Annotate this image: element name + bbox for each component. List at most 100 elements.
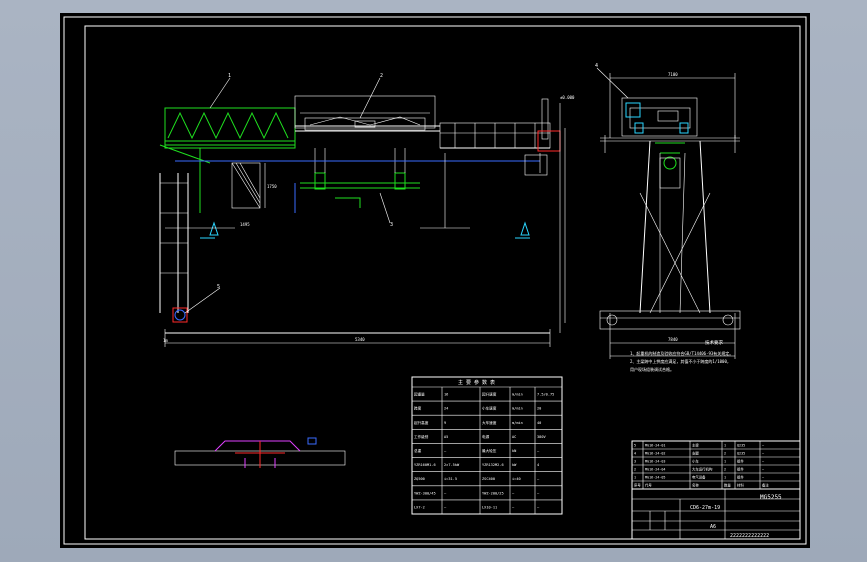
bom-cell: 组件 xyxy=(737,459,744,464)
bom-cell: 2 xyxy=(634,468,636,472)
params-cell: 20 xyxy=(537,407,541,411)
params-rows: 起重量 16 起升速度 m/min 7.5/0.75 跨度 24 小车速度 m/min 20 起升高… xyxy=(412,392,562,509)
bom-cell: 组件 xyxy=(737,475,744,480)
bom-cell: 1 xyxy=(634,476,636,480)
bom-cell: 3 xyxy=(634,460,636,464)
params-cell: ZSC400 xyxy=(482,477,495,481)
params-cell: 工作级别 xyxy=(414,434,429,439)
params-cell: YWZ-300/45 xyxy=(414,491,436,495)
params-cell: — xyxy=(444,491,447,495)
note-2: 2、主梁跨中上拱度应满足，其值不小于跨度的1/1000， xyxy=(630,358,731,364)
params-cell: m/min xyxy=(512,421,523,425)
bom-cell: — xyxy=(762,452,765,456)
part-label-2: 2 xyxy=(380,73,383,79)
bom-cell: 组件 xyxy=(737,467,744,472)
params-cell: kN xyxy=(512,449,516,453)
bom-cell: 小车 xyxy=(692,459,699,464)
params-cell: YWZ-200/25 xyxy=(482,491,504,495)
dim-right-top: 7100 xyxy=(668,72,678,77)
bom-cell: 1 xyxy=(724,444,726,448)
params-cell: AC xyxy=(512,435,516,439)
params-cell: — xyxy=(537,491,540,495)
bom-rows: 5 MG16-24-01 主梁 1 Q235 — 4 MG16-24-02 支腿 2 Q235 — 3 M… xyxy=(632,443,800,488)
part-label-4: 4 xyxy=(595,63,598,69)
params-cell: m/min xyxy=(512,407,523,411)
detail-view xyxy=(174,437,346,468)
params-cell: 起升速度 xyxy=(482,392,497,397)
dim-span: 5340 xyxy=(355,337,365,342)
params-cell: 电源 xyxy=(482,434,490,439)
bom-cell: MG16-24-05 xyxy=(645,476,665,480)
params-cell: — xyxy=(537,477,540,481)
bom-header-cell: 数量 xyxy=(724,483,731,488)
part-label-1: 1 xyxy=(228,73,231,79)
bom-cell: Q235 xyxy=(737,452,745,456)
drawing-sheet[interactable]: 1 2 3 5 5340 1495 1750 1m ±0.000 4 7840 … xyxy=(60,13,810,548)
note-1: 1、起重机的制造及验收应符合GB/T14406-93有关规定。 xyxy=(630,350,733,356)
bom-cell: MG16-24-02 xyxy=(645,452,665,456)
params-cell: m/min xyxy=(512,393,523,397)
params-cell: 2×7.5kW xyxy=(444,463,460,467)
bom-cell: — xyxy=(762,444,765,448)
bom-cell: 1 xyxy=(724,476,726,480)
bom-cell: 2 xyxy=(724,452,726,456)
params-cell: YZR132M2-6 xyxy=(482,463,504,467)
params-cell: kW xyxy=(512,463,517,467)
bom-cell: MG16-24-03 xyxy=(645,460,665,464)
params-title: 主 要 参 数 表 xyxy=(458,379,495,386)
params-cell: 最大轮压 xyxy=(482,448,497,453)
dim-right-base: 7840 xyxy=(668,337,678,342)
drawing-scale: A6 xyxy=(710,524,716,530)
params-cell: LX10-11 xyxy=(482,505,497,509)
params-cell: 4 xyxy=(537,463,539,467)
bom-cell: 4 xyxy=(634,452,636,456)
cad-viewport[interactable]: 1 2 3 5 5340 1495 1750 1m ±0.000 4 7840 … xyxy=(0,0,867,562)
part-label-5: 5 xyxy=(217,284,220,290)
bom-cell: 电气设备 xyxy=(692,475,706,480)
params-cell: A5 xyxy=(444,435,448,439)
params-cell: 大车速度 xyxy=(482,420,497,425)
side-elevation xyxy=(596,67,741,359)
bom-header-cell: 代号 xyxy=(645,483,652,488)
bom-header-cell: 名称 xyxy=(692,483,699,488)
params-cell: LX7-2 xyxy=(414,505,425,509)
params-cell: i=31.5 xyxy=(444,477,457,481)
params-cell: 16 xyxy=(444,393,448,397)
params-cell: — xyxy=(444,449,447,453)
params-cell: 跨度 xyxy=(414,406,422,411)
params-cell: 9 xyxy=(444,421,446,425)
dim-marker: 1m xyxy=(163,338,168,343)
bom-cell: MG16-24-01 xyxy=(645,444,665,448)
bom-cell: 支腿 xyxy=(692,451,699,456)
params-cell: 24 xyxy=(444,407,448,411)
params-cell: — xyxy=(444,505,447,509)
params-cell: 小车速度 xyxy=(482,406,497,411)
params-cell: — xyxy=(512,505,515,509)
bom-cell: 1 xyxy=(724,460,726,464)
bom-header-cell: 材料 xyxy=(737,483,744,488)
dim-left-height: 1750 xyxy=(267,184,277,189)
drawing-number: CD6-27m-19 xyxy=(690,505,720,511)
params-cell: 380V xyxy=(537,435,546,439)
front-elevation xyxy=(159,77,566,347)
bom-cell: — xyxy=(762,460,765,464)
dim-left-width: 1495 xyxy=(240,222,250,227)
level-mark: ±0.000 xyxy=(560,95,575,100)
bom-cell: 5 xyxy=(634,444,636,448)
bom-cell: 主梁 xyxy=(692,443,699,448)
bom-header-cell: 备注 xyxy=(762,483,769,488)
params-cell: — xyxy=(512,491,515,495)
bom-cell: — xyxy=(762,468,765,472)
drawing-name: MG5255 xyxy=(760,494,782,501)
params-cell: — xyxy=(537,449,540,453)
params-cell: 起重量 xyxy=(414,392,425,397)
notes-title: 技术要求 xyxy=(705,339,723,346)
params-cell: 总重 xyxy=(414,448,422,453)
bom-header-cell: 序号 xyxy=(634,483,641,488)
drawing-canvas[interactable]: 1 2 3 5 5340 1495 1750 1m ±0.000 4 7840 … xyxy=(60,13,810,548)
bom-cell: 大车运行机构 xyxy=(692,467,713,472)
bom-cell: — xyxy=(762,476,765,480)
part-label-3: 3 xyxy=(390,222,393,228)
bom-cell: Q235 xyxy=(737,444,745,448)
bom-cell: MG16-24-04 xyxy=(645,468,665,472)
